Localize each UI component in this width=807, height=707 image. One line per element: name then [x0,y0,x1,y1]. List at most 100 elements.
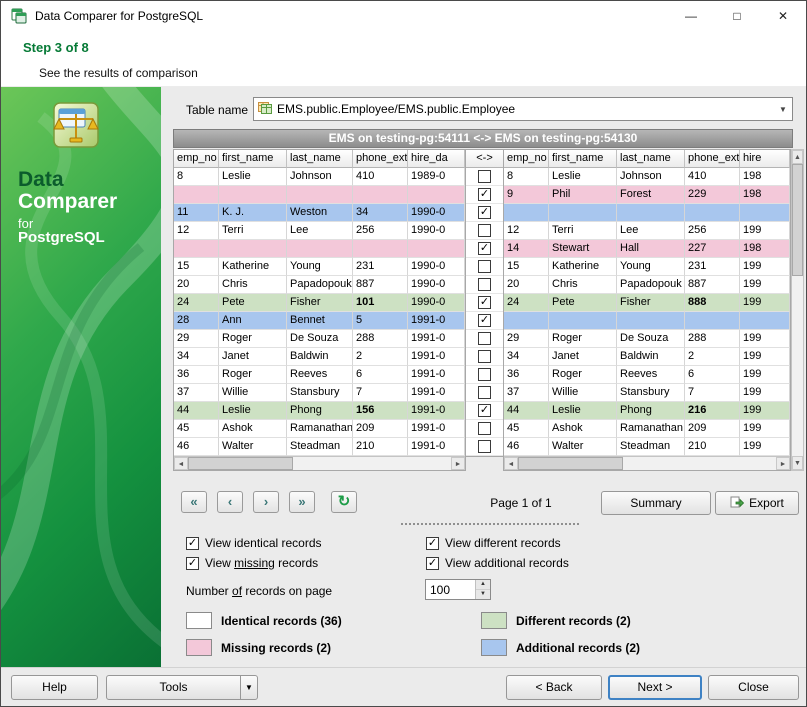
column-header-hire[interactable]: hire [740,150,790,168]
grid-row[interactable]: 24 Pete Fisher 888 199 [504,294,790,312]
next-page-button[interactable]: › [253,491,279,513]
grid-row[interactable] [504,204,790,222]
sync-checkbox[interactable]: ✓ [478,404,491,417]
sync-checkbox[interactable]: ✓ [478,314,491,327]
grid-row[interactable]: 29 Roger De Souza 288 199 [504,330,790,348]
sync-checkbox[interactable] [478,170,491,183]
sync-checkbox[interactable] [478,224,491,237]
grid-row[interactable]: 11 K. J. Weston 34 1990-0 [174,204,465,222]
grid-row[interactable]: 46 Walter Steadman 210 199 [504,438,790,456]
sync-checkbox[interactable] [478,350,491,363]
grid-row[interactable]: 24 Pete Fisher 101 1990-0 [174,294,465,312]
grid-row[interactable] [174,240,465,258]
scroll-up-icon[interactable]: ▲ [792,150,803,164]
help-button[interactable]: Help [11,675,98,700]
grid-row[interactable]: 45 Ashok Ramanathan 209 199 [504,420,790,438]
close-button[interactable]: Close [708,675,799,700]
maximize-icon[interactable]: □ [714,1,760,31]
scroll-left-icon[interactable]: ◄ [174,457,188,470]
sync-checkbox[interactable] [478,440,491,453]
grid-row[interactable]: 46 Walter Steadman 210 1991-0 [174,438,465,456]
back-button[interactable]: < Back [506,675,602,700]
column-header-phone_ext[interactable]: phone_ext [685,150,740,168]
grid-row[interactable]: 44 Leslie Phong 216 199 [504,402,790,420]
spin-up-icon[interactable]: ▲ [476,580,490,590]
first-page-button[interactable]: « [181,491,207,513]
vscroll-thumb[interactable] [792,164,803,276]
grid-row[interactable] [174,186,465,204]
chevron-down-icon[interactable]: ▼ [774,105,792,114]
grid-row[interactable]: 9 Phil Forest 229 198 [504,186,790,204]
grid-vscrollbar[interactable]: ▲ ▼ [791,149,804,471]
checkbox-icon[interactable]: ✓ [426,536,439,550]
grid-row[interactable]: 36 Roger Reeves 6 1991-0 [174,366,465,384]
sync-checkbox[interactable] [478,368,491,381]
close-icon[interactable]: ✕ [760,1,806,31]
grid-row[interactable]: 8 Leslie Johnson 410 198 [504,168,790,186]
view-additional-checkbox[interactable]: ✓ View additional records [426,553,569,573]
table-name-select[interactable]: EMS.public.Employee/EMS.public.Employee … [253,97,793,121]
last-page-button[interactable]: » [289,491,315,513]
checkbox-icon[interactable]: ✓ [186,556,199,570]
hscroll-thumb[interactable] [188,457,293,470]
view-different-checkbox[interactable]: ✓ View different records [426,533,569,553]
grid-row[interactable]: 8 Leslie Johnson 410 1989-0 [174,168,465,186]
grid-row[interactable]: 34 Janet Baldwin 2 199 [504,348,790,366]
grid-row[interactable]: 15 Katherine Young 231 1990-0 [174,258,465,276]
grid-row[interactable]: 29 Roger De Souza 288 1991-0 [174,330,465,348]
view-identical-checkbox[interactable]: ✓ View identical records [186,533,426,553]
sync-checkbox[interactable] [478,332,491,345]
grid-row[interactable]: 34 Janet Baldwin 2 1991-0 [174,348,465,366]
scroll-right-icon[interactable]: ► [776,457,790,470]
minimize-icon[interactable]: — [668,1,714,31]
grid-row[interactable]: 20 Chris Papadopouk 887 199 [504,276,790,294]
column-header-last_name[interactable]: last_name [617,150,685,168]
view-missing-checkbox[interactable]: ✓ View missing records [186,553,426,573]
tools-button[interactable]: Tools ▼ [106,675,258,700]
sync-checkbox[interactable] [478,386,491,399]
export-button[interactable]: Export [715,491,799,515]
sync-checkbox[interactable] [478,278,491,291]
records-per-page-stepper[interactable]: ▲ ▼ [425,579,491,600]
scroll-down-icon[interactable]: ▼ [792,456,803,470]
sync-checkbox[interactable]: ✓ [478,206,491,219]
column-header-last_name[interactable]: last_name [287,150,353,168]
grid-row[interactable]: 45 Ashok Ramanathan 209 1991-0 [174,420,465,438]
hscroll-thumb[interactable] [518,457,623,470]
sync-checkbox[interactable]: ✓ [478,242,491,255]
refresh-button[interactable]: ↻ [331,491,357,513]
column-header-emp_no[interactable]: emp_no [504,150,549,168]
sync-checkbox[interactable]: ✓ [478,296,491,309]
summary-button[interactable]: Summary [601,491,711,515]
sync-checkbox[interactable]: ✓ [478,188,491,201]
grid-row[interactable]: 15 Katherine Young 231 199 [504,258,790,276]
grid-row[interactable]: 12 Terri Lee 256 199 [504,222,790,240]
column-header-hire_da[interactable]: hire_da [408,150,465,168]
column-header-first_name[interactable]: first_name [549,150,617,168]
sync-checkbox[interactable] [478,422,491,435]
grid-row[interactable]: 20 Chris Papadopouk 887 1990-0 [174,276,465,294]
checkbox-icon[interactable]: ✓ [426,556,439,570]
grid-row[interactable]: 28 Ann Bennet 5 1991-0 [174,312,465,330]
grid-row[interactable]: 37 Willie Stansbury 7 1991-0 [174,384,465,402]
sync-checkbox[interactable] [478,260,491,273]
source-grid-hscrollbar[interactable]: ◄ ► [174,456,465,470]
grid-row[interactable]: 12 Terri Lee 256 1990-0 [174,222,465,240]
column-header-phone_ext[interactable]: phone_ext [353,150,408,168]
tools-dropdown-icon[interactable]: ▼ [240,676,257,699]
scroll-left-icon[interactable]: ◄ [504,457,518,470]
grid-row[interactable]: 44 Leslie Phong 156 1991-0 [174,402,465,420]
grid-row[interactable]: 36 Roger Reeves 6 199 [504,366,790,384]
grid-row[interactable]: 14 Stewart Hall 227 198 [504,240,790,258]
grid-row[interactable]: 37 Willie Stansbury 7 199 [504,384,790,402]
target-grid-hscrollbar[interactable]: ◄ ► [504,456,790,470]
prev-page-button[interactable]: ‹ [217,491,243,513]
column-header-emp_no[interactable]: emp_no [174,150,219,168]
spin-down-icon[interactable]: ▼ [476,590,490,599]
records-per-page-input[interactable] [426,580,475,599]
next-button[interactable]: Next > [608,675,702,700]
checkbox-icon[interactable]: ✓ [186,536,199,550]
grid-row[interactable] [504,312,790,330]
column-header-first_name[interactable]: first_name [219,150,287,168]
scroll-right-icon[interactable]: ► [451,457,465,470]
